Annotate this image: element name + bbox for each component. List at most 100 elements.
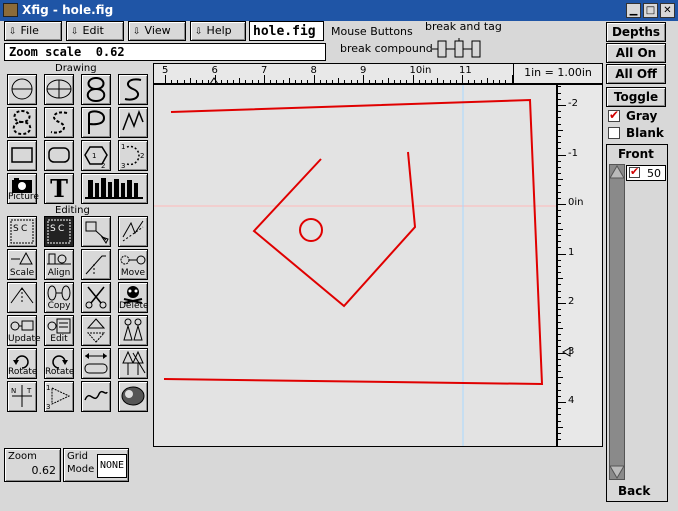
file-menu-button[interactable]: ⇩ File	[4, 21, 62, 41]
edit-menu-button[interactable]: ⇩ Edit	[66, 21, 124, 41]
mouse-right-action: break and tag	[425, 20, 502, 33]
app-icon[interactable]	[3, 3, 18, 17]
zoom-indicator[interactable]: Zoom 0.62	[4, 448, 61, 482]
filename-display: hole.fig	[249, 21, 324, 41]
regular-polygon-tool[interactable]: 12	[81, 140, 111, 171]
gray-label: Gray	[626, 109, 658, 123]
grid-mode-indicator[interactable]: Grid Mode NONE	[63, 448, 129, 482]
side-ruler-label: 1	[568, 246, 575, 258]
side-ruler[interactable]: -2 -1 0in 1 2 3 4	[557, 84, 603, 447]
picture-tool[interactable]: Picture	[7, 173, 39, 204]
depths-button[interactable]: Depths	[606, 22, 666, 42]
down-arrow-icon: ⇩	[133, 27, 141, 37]
open-interp-spline-tool[interactable]	[118, 107, 148, 138]
align-tool[interactable]: Align	[44, 249, 74, 280]
edit-tool[interactable]: Edit	[44, 315, 74, 346]
line-style-tool[interactable]	[81, 381, 111, 412]
area-fill-tool[interactable]	[118, 381, 148, 412]
drawing-canvas[interactable]	[153, 84, 557, 447]
side-ruler-label: 2	[568, 296, 575, 307]
maximize-icon[interactable]: □	[643, 3, 658, 18]
cut-scissors-tool[interactable]	[81, 282, 111, 313]
toggle-button[interactable]: Toggle	[606, 87, 666, 107]
mouse-buttons-title: Mouse Buttons	[331, 25, 413, 38]
svg-text:T: T	[26, 387, 32, 395]
check-icon: ✔	[630, 165, 640, 178]
blank-label: Blank	[626, 126, 664, 140]
zoom-scale-bar: Zoom scale 0.62	[4, 43, 326, 61]
library-tool[interactable]	[81, 173, 148, 204]
svg-text:C: C	[58, 224, 64, 234]
front-label: Front	[618, 147, 654, 161]
box-tool[interactable]	[7, 140, 37, 171]
move-tool[interactable]: Move	[118, 249, 148, 280]
move-point-tool[interactable]	[7, 282, 37, 313]
minimize-icon[interactable]: ▁	[626, 3, 641, 18]
zoom-tool[interactable]	[81, 216, 111, 247]
open-spline-tool[interactable]	[118, 74, 148, 105]
svg-text:3: 3	[46, 403, 50, 411]
figure-drawing	[154, 85, 556, 446]
grid-mode-value: NONE	[97, 454, 127, 478]
rounded-box-tool[interactable]	[44, 140, 74, 171]
triangle-tool[interactable]: 13	[44, 381, 74, 412]
arrow-mode-tool[interactable]	[118, 348, 148, 379]
flip-vertical-tool[interactable]	[81, 315, 111, 346]
side-ruler-ticks: -2 -1 0in 1 2 3 4	[558, 85, 602, 446]
help-menu-button[interactable]: ⇩ Help	[190, 21, 246, 41]
gray-checkbox[interactable]: ✔	[608, 108, 620, 122]
text-tool[interactable]: T	[44, 173, 74, 204]
side-ruler-indicator-icon	[561, 347, 572, 357]
dimension-line-tool[interactable]: NT	[7, 381, 37, 412]
down-arrow-icon: ⇩	[71, 27, 79, 37]
blank-checkbox[interactable]	[608, 127, 620, 139]
closed-spline-tool[interactable]	[81, 74, 111, 105]
mouse-icon	[432, 38, 487, 60]
closed-interp-spline-tool[interactable]	[81, 107, 111, 138]
window-title: Xfig - hole.fig	[22, 3, 114, 17]
convert-spline-tool[interactable]	[81, 348, 111, 379]
hole-circle[interactable]	[299, 218, 323, 242]
svg-text:2: 2	[140, 152, 144, 160]
scale-tool[interactable]: Scale	[7, 249, 37, 280]
svg-text:1: 1	[46, 384, 50, 392]
all-on-button[interactable]: All On	[606, 43, 666, 63]
approx-closed-spline-tool[interactable]	[7, 107, 37, 138]
side-ruler-label: 4	[568, 395, 575, 406]
flip-horizontal-tool[interactable]	[118, 315, 148, 346]
add-point-tool[interactable]	[81, 249, 111, 280]
svg-text:3: 3	[121, 162, 125, 170]
top-ruler-label: 11	[459, 65, 472, 76]
depth-scrollbar[interactable]	[609, 164, 625, 480]
view-menu-button[interactable]: ⇩ View	[128, 21, 186, 41]
compound-tool[interactable]: SC	[7, 216, 37, 247]
rotate-cw-tool[interactable]: Rotate	[7, 348, 37, 379]
editing-section-label: Editing	[55, 205, 90, 216]
svg-text:2: 2	[101, 162, 105, 170]
copy-tool[interactable]: Copy	[44, 282, 74, 313]
circle-radius-tool[interactable]	[7, 74, 37, 105]
svg-text:S: S	[13, 224, 19, 234]
arc-tool[interactable]: 1 2 3	[118, 140, 148, 171]
svg-text:N: N	[11, 387, 16, 395]
top-ruler-label: 5	[162, 65, 169, 76]
outer-polyline[interactable]	[163, 98, 544, 386]
all-off-button[interactable]: All Off	[606, 64, 666, 84]
check-icon: ✔	[609, 108, 620, 122]
depth-50-checkbox[interactable]: ✔	[629, 165, 640, 178]
approx-open-spline-tool[interactable]	[44, 107, 74, 138]
down-arrow-icon: ⇩	[9, 27, 17, 37]
close-icon[interactable]: ✕	[660, 3, 675, 18]
drawing-section-label: Drawing	[55, 63, 97, 74]
delete-tool[interactable]: Delete	[118, 282, 149, 313]
rotate-ccw-tool[interactable]: Rotate	[44, 348, 74, 379]
svg-text:1: 1	[121, 143, 125, 151]
side-ruler-label: -2	[568, 98, 578, 109]
circle-diameter-tool[interactable]	[44, 74, 74, 105]
inner-polyline[interactable]	[252, 151, 417, 308]
flip-tool[interactable]	[118, 216, 148, 247]
unit-indicator[interactable]: 1in = 1.00in	[513, 64, 602, 83]
depth-item-50[interactable]: ✔ 50	[626, 165, 666, 181]
update-tool[interactable]: Update	[7, 315, 41, 346]
break-compound-tool[interactable]: SC	[44, 216, 74, 247]
